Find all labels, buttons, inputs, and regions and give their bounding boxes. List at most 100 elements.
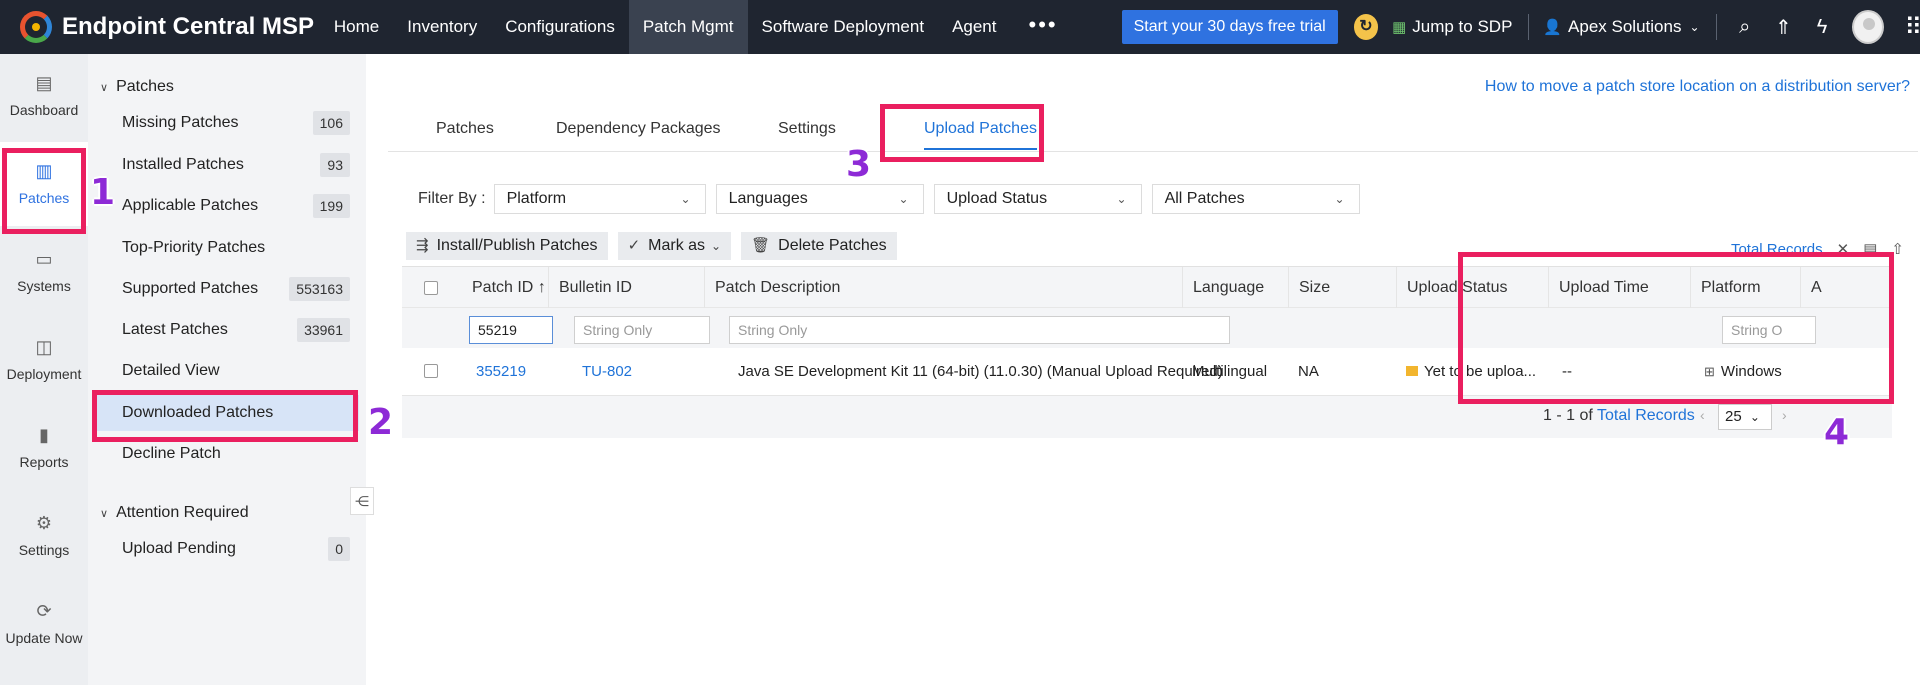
sidebar-item-top-priority-patches[interactable]: Top-Priority Patches xyxy=(88,230,366,266)
description-filter-input[interactable]: String Only xyxy=(729,316,1230,344)
rail-label: Systems xyxy=(17,278,71,294)
help-link[interactable]: How to move a patch store location on a … xyxy=(1485,78,1910,96)
sdp-icon: ▦ xyxy=(1392,19,1407,36)
page-size-select[interactable]: 25 ⌄ xyxy=(1718,404,1772,430)
prev-page-icon[interactable]: ‹ xyxy=(1700,407,1705,423)
sidebar-item-missing-patches[interactable]: Missing Patches 106 xyxy=(88,105,366,141)
rail-label: Dashboard xyxy=(9,102,79,118)
tab-patches[interactable]: Patches xyxy=(436,120,494,138)
count-badge: 93 xyxy=(320,153,350,177)
install-icon: ⇶ xyxy=(416,237,429,254)
sidebar-item-latest-patches[interactable]: Latest Patches 33961 xyxy=(88,312,366,348)
top-bar: Endpoint Central MSP Home Inventory Conf… xyxy=(0,0,1920,54)
section-attention-required[interactable]: ∨ Attention Required xyxy=(100,504,249,522)
col-size[interactable]: Size xyxy=(1288,267,1396,309)
logo-icon xyxy=(20,11,52,43)
platform-filter[interactable]: Platform ⌄ xyxy=(493,184,706,214)
jump-to-sdp-link[interactable]: ▦ Jump to SDP xyxy=(1392,17,1512,37)
annotation-box-3 xyxy=(880,104,1044,162)
all-patches-filter[interactable]: All Patches ⌄ xyxy=(1151,184,1360,214)
rail-settings[interactable]: ⚙ Settings xyxy=(0,494,88,578)
annotation-number-1: 1 xyxy=(90,172,116,213)
annotation-number-4: 4 xyxy=(1824,412,1850,453)
search-icon[interactable]: ⌕ xyxy=(1734,16,1755,39)
filter-label: Filter By : xyxy=(418,190,486,207)
total-records-link[interactable]: Total Records xyxy=(1597,407,1695,424)
user-icon: 👤 xyxy=(1543,19,1563,36)
rail-dashboard[interactable]: ▤ Dashboard xyxy=(0,54,88,138)
action-toolbar: ⇶ Install/Publish Patches ✓ Mark as ⌄ 🗑 … xyxy=(406,232,907,260)
avatar[interactable] xyxy=(1852,10,1885,44)
pager-text: 1 - 1 of Total Records xyxy=(1543,407,1695,425)
refresh-icon[interactable]: ↻ xyxy=(1353,14,1379,40)
upload-status-filter[interactable]: Upload Status ⌄ xyxy=(933,184,1142,214)
annotation-number-3: 3 xyxy=(846,144,872,185)
deployment-icon: ◫ xyxy=(35,337,53,357)
sidebar-item-upload-pending[interactable]: Upload Pending 0 xyxy=(88,531,366,567)
nav-inventory[interactable]: Inventory xyxy=(393,0,491,54)
annotation-box-4 xyxy=(1458,252,1894,404)
dropdown-value: Upload Status xyxy=(946,190,1048,207)
app-title: Endpoint Central MSP xyxy=(62,13,314,40)
section-label: Patches xyxy=(116,78,174,95)
chevron-down-icon: ⌄ xyxy=(898,192,909,206)
sidebar-item-label: Upload Pending xyxy=(122,540,236,557)
account-switcher[interactable]: 👤 Apex Solutions ⌄ xyxy=(1543,17,1699,37)
chevron-down-icon: ∨ xyxy=(100,81,109,94)
rail-label: Deployment xyxy=(6,366,82,382)
chevron-down-icon: ⌄ xyxy=(1689,20,1700,34)
sidebar-item-installed-patches[interactable]: Installed Patches 93 xyxy=(88,147,366,183)
tab-dependency-packages[interactable]: Dependency Packages xyxy=(556,120,721,138)
nav-agent[interactable]: Agent xyxy=(938,0,1010,54)
free-trial-button[interactable]: Start your 30 days free trial xyxy=(1121,10,1338,44)
apps-grid-icon[interactable]: ⠿ xyxy=(1904,13,1920,42)
rail-reports[interactable]: ▮ Reports xyxy=(0,406,88,490)
install-publish-button[interactable]: ⇶ Install/Publish Patches xyxy=(406,232,608,260)
patch-id-filter-input[interactable]: 55219 xyxy=(469,316,553,344)
col-language[interactable]: Language xyxy=(1182,267,1288,309)
patches-sidebar: ∨ Patches Missing Patches 106 Installed … xyxy=(88,54,366,685)
chevron-down-icon: ⌄ xyxy=(1334,192,1345,206)
dropdown-value: Platform xyxy=(506,190,567,207)
rail-label: Reports xyxy=(19,454,69,470)
dropdown-value: All Patches xyxy=(1164,190,1245,207)
col-patch-id[interactable]: Patch ID ↑ xyxy=(462,267,548,309)
sidebar-item-label: Detailed View xyxy=(122,362,220,379)
bulletin-id-link[interactable]: TU-802 xyxy=(582,348,632,396)
languages-filter[interactable]: Languages ⌄ xyxy=(715,184,924,214)
row-checkbox[interactable] xyxy=(424,364,438,378)
chevron-down-icon: ⌄ xyxy=(1749,410,1760,424)
main-nav: Home Inventory Configurations Patch Mgmt… xyxy=(320,0,1076,54)
rail-systems[interactable]: ▭ Systems xyxy=(0,230,88,314)
count-badge: 0 xyxy=(328,537,350,561)
sidebar-item-detailed-view[interactable]: Detailed View xyxy=(88,353,366,389)
sidebar-item-supported-patches[interactable]: Supported Patches 553163 xyxy=(88,271,366,307)
nav-configurations[interactable]: Configurations xyxy=(491,0,629,54)
more-icon[interactable]: ••• xyxy=(1011,0,1076,54)
tab-settings[interactable]: Settings xyxy=(778,120,836,138)
sync-icon: ⟳ xyxy=(36,601,52,621)
patch-description: Java SE Development Kit 11 (64-bit) (11.… xyxy=(738,363,1223,380)
rail-deployment[interactable]: ◫ Deployment xyxy=(0,318,88,402)
section-patches[interactable]: ∨ Patches xyxy=(100,78,174,96)
rail-update-now[interactable]: ⟳ Update Now xyxy=(0,582,88,666)
dashboard-icon: ▤ xyxy=(35,73,53,93)
patch-id-link[interactable]: 355219 xyxy=(476,348,526,396)
lightning-icon[interactable]: ϟ xyxy=(1812,16,1833,39)
nav-patch-mgmt[interactable]: Patch Mgmt xyxy=(628,0,748,54)
col-patch-description[interactable]: Patch Description xyxy=(704,267,1182,309)
size-value: NA xyxy=(1298,363,1319,380)
mark-as-button[interactable]: ✓ Mark as ⌄ xyxy=(617,232,732,260)
col-bulletin-id[interactable]: Bulletin ID xyxy=(548,267,704,309)
column-label: Patch ID xyxy=(472,279,534,296)
select-all-checkbox[interactable] xyxy=(424,281,438,295)
bulletin-id-filter-input[interactable]: String Only xyxy=(574,316,710,344)
app-logo[interactable]: Endpoint Central MSP xyxy=(0,11,320,43)
delete-patches-button[interactable]: 🗑 Delete Patches xyxy=(741,232,897,260)
nav-software-deployment[interactable]: Software Deployment xyxy=(748,0,939,54)
next-page-icon[interactable]: › xyxy=(1782,407,1787,423)
button-label: Mark as xyxy=(648,237,706,254)
sidebar-item-applicable-patches[interactable]: Applicable Patches 199 xyxy=(88,188,366,224)
rocket-icon[interactable]: ⇑ xyxy=(1773,15,1794,40)
nav-home[interactable]: Home xyxy=(320,0,393,54)
